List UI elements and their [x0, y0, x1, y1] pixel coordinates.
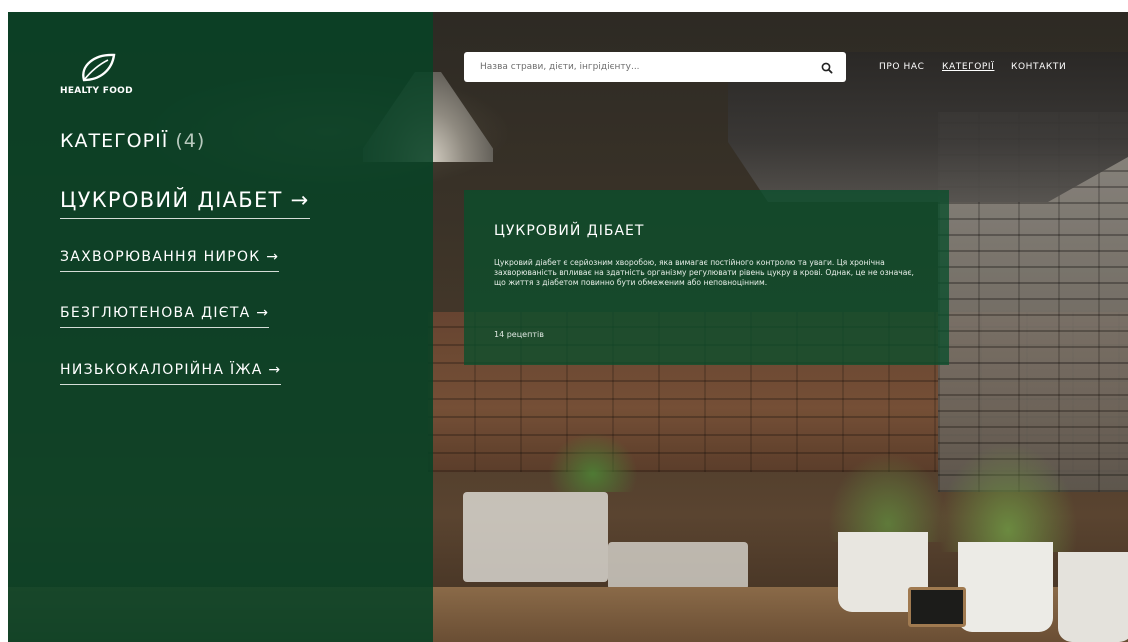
hero-background: HEALTY FOOD КАТЕГОРІЇ (4) ЦУКРОВИЙ ДІАБЕ…: [8, 12, 1128, 642]
category-info-card: ЦУКРОВИЙ ДІБАЕТ Цукровий діабет є серйоз…: [464, 190, 949, 365]
search-icon: [821, 62, 833, 74]
categories-count: (4): [175, 130, 206, 152]
leaf-icon: [82, 53, 116, 82]
brand-name: HEALTY FOOD: [60, 86, 133, 96]
category-link-kidney-disease[interactable]: ЗАХВОРЮВАННЯ НИРОК →: [60, 249, 280, 272]
container-decoration: [608, 542, 748, 590]
info-card-description: Цукровий діабет є серйозним хворобою, як…: [494, 258, 914, 287]
info-card-recipes-count[interactable]: 14 рецептів: [494, 330, 544, 339]
planter-decoration: [548, 432, 638, 492]
search-bar: [464, 52, 846, 82]
category-link-diabetes[interactable]: ЦУКРОВИЙ ДІАБЕТ →: [60, 188, 310, 219]
chalkboard-decoration: [908, 587, 966, 627]
category-link-low-calorie[interactable]: НИЗЬКОКАЛОРІЙНА ЇЖА →: [60, 362, 282, 385]
plant-decoration: [828, 452, 948, 542]
plant-decoration: [938, 442, 1078, 552]
pot-decoration: [958, 542, 1053, 632]
nav-contacts[interactable]: КОНТАКТИ: [1011, 62, 1066, 72]
nav-categories[interactable]: КАТЕГОРІЇ: [942, 62, 994, 72]
pot-decoration: [1058, 552, 1128, 642]
sidebar-panel: HEALTY FOOD КАТЕГОРІЇ (4) ЦУКРОВИЙ ДІАБЕ…: [8, 12, 433, 642]
info-card-title: ЦУКРОВИЙ ДІБАЕТ: [494, 223, 645, 239]
container-decoration: [463, 492, 608, 582]
brand-logo[interactable]: HEALTY FOOD: [60, 52, 150, 102]
nav-about[interactable]: ПРО НАС: [879, 62, 925, 72]
categories-heading-text: КАТЕГОРІЇ: [60, 130, 169, 152]
search-button[interactable]: [820, 60, 834, 74]
page-title: КАТЕГОРІЇ (4): [60, 130, 205, 152]
category-link-gluten-free[interactable]: БЕЗГЛЮТЕНОВА ДІЄТА →: [60, 305, 270, 328]
search-input[interactable]: [464, 52, 810, 82]
